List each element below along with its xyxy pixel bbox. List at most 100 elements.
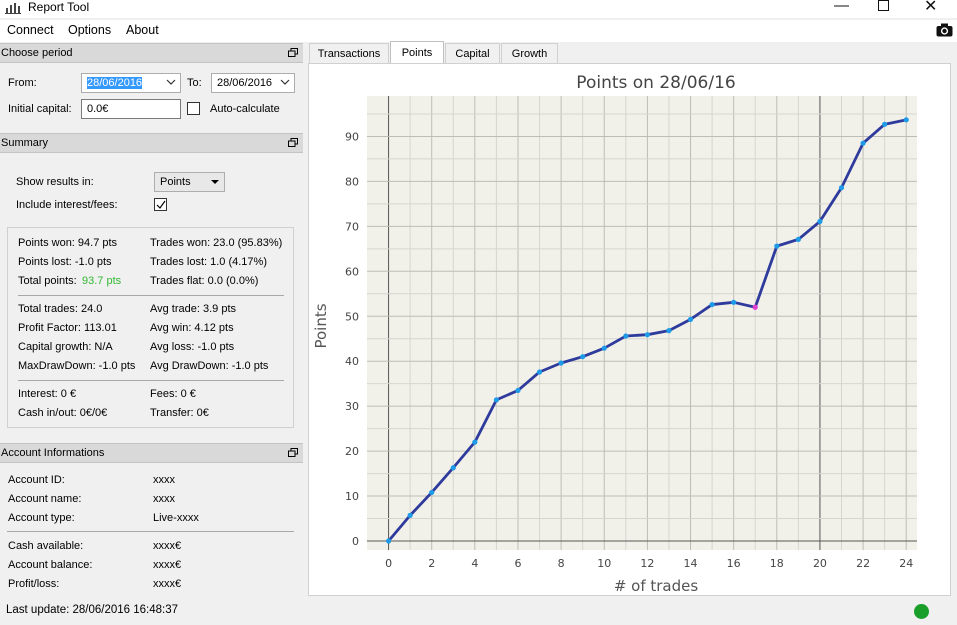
- tab-points[interactable]: Points: [390, 41, 444, 63]
- tab-growth[interactable]: Growth: [501, 43, 558, 63]
- data-point[interactable]: [774, 243, 780, 249]
- x-tick-label: 18: [770, 557, 784, 570]
- x-tick-label: 0: [385, 557, 392, 570]
- camera-icon[interactable]: [936, 23, 953, 37]
- choose-period-title: Choose period: [1, 47, 73, 59]
- data-point[interactable]: [817, 218, 823, 225]
- auto-calculate-label: Auto-calculate: [210, 103, 280, 115]
- account-id-label: Account ID:: [8, 474, 65, 486]
- title-bar: Report Tool — ✕: [0, 0, 957, 18]
- data-point[interactable]: [687, 316, 694, 323]
- choose-period-header: Choose period: [0, 43, 303, 63]
- chevron-down-icon: [280, 79, 290, 85]
- x-tick-label: 4: [471, 557, 478, 570]
- x-tick-label: 20: [813, 557, 827, 570]
- data-point[interactable]: [860, 140, 866, 146]
- include-interest-checkbox[interactable]: [154, 198, 167, 211]
- summary-stats-box: Points won: 94.7 pts Trades won: 23.0 (9…: [7, 227, 294, 428]
- fees: Fees: 0 €: [150, 388, 196, 400]
- y-tick-label: 70: [345, 220, 359, 233]
- data-point[interactable]: [623, 333, 629, 339]
- divider: [18, 380, 284, 381]
- from-date-picker[interactable]: 28/06/2016: [81, 73, 181, 93]
- y-tick-label: 0: [352, 535, 359, 548]
- show-results-label: Show results in:: [16, 176, 94, 188]
- window-title: Report Tool: [28, 0, 90, 14]
- y-tick-label: 40: [345, 355, 359, 368]
- divider: [18, 295, 284, 296]
- minimize-button[interactable]: —: [834, 0, 849, 14]
- data-point[interactable]: [882, 121, 888, 127]
- maximize-button[interactable]: [878, 0, 889, 11]
- data-point[interactable]: [493, 397, 500, 403]
- account-info-header: Account Informations: [0, 443, 303, 463]
- points-lost: Points lost: -1.0 pts: [18, 256, 112, 268]
- points-chart: 0 2 4 6 8 10 12 14 16 18 20 22 240102030405060708090…: [312, 73, 917, 595]
- initial-capital-label: Initial capital:: [8, 103, 72, 115]
- data-point[interactable]: [838, 185, 845, 191]
- data-point[interactable]: [731, 299, 737, 305]
- chart-panel: 0 2 4 6 8 10 12 14 16 18 20 22 24 0 10 20 30 40 50 60 70 80 90…: [308, 63, 951, 596]
- tab-transactions[interactable]: Transactions: [309, 43, 389, 63]
- x-tick-label: 24: [899, 557, 913, 570]
- last-update: Last update: 28/06/2016 16:48:37: [6, 604, 179, 616]
- y-tick-label: 60: [345, 265, 359, 278]
- data-point[interactable]: [709, 301, 715, 308]
- profit-loss-value: xxxx€: [153, 578, 182, 590]
- tab-label: Capital: [455, 48, 490, 60]
- tab-label: Transactions: [317, 48, 381, 60]
- menu-connect[interactable]: Connect: [7, 23, 54, 37]
- points-won: Points won: 94.7 pts: [18, 237, 118, 249]
- data-point[interactable]: [601, 345, 607, 351]
- auto-calculate-checkbox[interactable]: [187, 102, 200, 115]
- menu-options[interactable]: Options: [68, 23, 111, 37]
- x-tick-label: 8: [558, 557, 565, 570]
- to-label: To:: [187, 77, 202, 89]
- summary-title: Summary: [1, 137, 49, 149]
- total-trades: Total trades: 24.0: [18, 303, 103, 315]
- data-point[interactable]: [536, 369, 543, 375]
- initial-capital-input[interactable]: 0.0€: [81, 99, 181, 119]
- app-chart-icon: [5, 3, 21, 14]
- restore-icon[interactable]: [288, 48, 298, 57]
- tab-capital[interactable]: Capital: [445, 43, 500, 63]
- data-point[interactable]: [666, 328, 672, 334]
- data-point[interactable]: [385, 538, 392, 544]
- data-point[interactable]: [429, 489, 435, 496]
- data-point[interactable]: [515, 387, 521, 394]
- include-interest-label: Include interest/fees:: [16, 199, 118, 211]
- data-point[interactable]: [580, 354, 586, 360]
- account-info-title: Account Informations: [1, 447, 105, 459]
- show-results-value: Points: [160, 176, 191, 188]
- x-tick-label: 16: [727, 557, 741, 570]
- chart-title: Points on 28/06/16: [576, 73, 735, 93]
- menu-about[interactable]: About: [126, 23, 159, 37]
- data-point[interactable]: [644, 332, 650, 338]
- data-point[interactable]: [472, 439, 478, 445]
- trades-won: Trades won: 23.0 (95.83%): [150, 237, 283, 249]
- max-drawdown: MaxDrawDown: -1.0 pts: [18, 360, 136, 372]
- data-point[interactable]: [450, 465, 456, 471]
- restore-icon[interactable]: [288, 448, 298, 457]
- plot-area: [367, 96, 917, 550]
- to-date-picker[interactable]: 28/06/2016: [211, 73, 295, 93]
- to-date-value: 28/06/2016: [217, 77, 273, 89]
- data-point[interactable]: [558, 360, 564, 366]
- profit-loss-label: Profit/loss:: [8, 578, 60, 590]
- data-point[interactable]: [795, 236, 801, 242]
- account-name-value: xxxx: [153, 493, 175, 505]
- avg-drawdown: Avg DrawDown: -1.0 pts: [150, 360, 269, 372]
- total-points-label: Total points:: [18, 275, 77, 287]
- close-button[interactable]: ✕: [924, 0, 937, 16]
- y-tick-label: 90: [345, 130, 359, 143]
- y-tick-label: 50: [345, 310, 359, 323]
- data-point[interactable]: [903, 117, 909, 123]
- show-results-select[interactable]: Points: [154, 172, 225, 192]
- data-point[interactable]: [752, 304, 758, 310]
- restore-icon[interactable]: [288, 138, 298, 147]
- data-point[interactable]: [407, 512, 413, 518]
- cash-available-label: Cash available:: [8, 540, 84, 552]
- chevron-down-icon: [166, 79, 176, 85]
- avg-loss: Avg loss: -1.0 pts: [150, 341, 235, 353]
- capital-growth: Capital growth: N/A: [18, 341, 113, 353]
